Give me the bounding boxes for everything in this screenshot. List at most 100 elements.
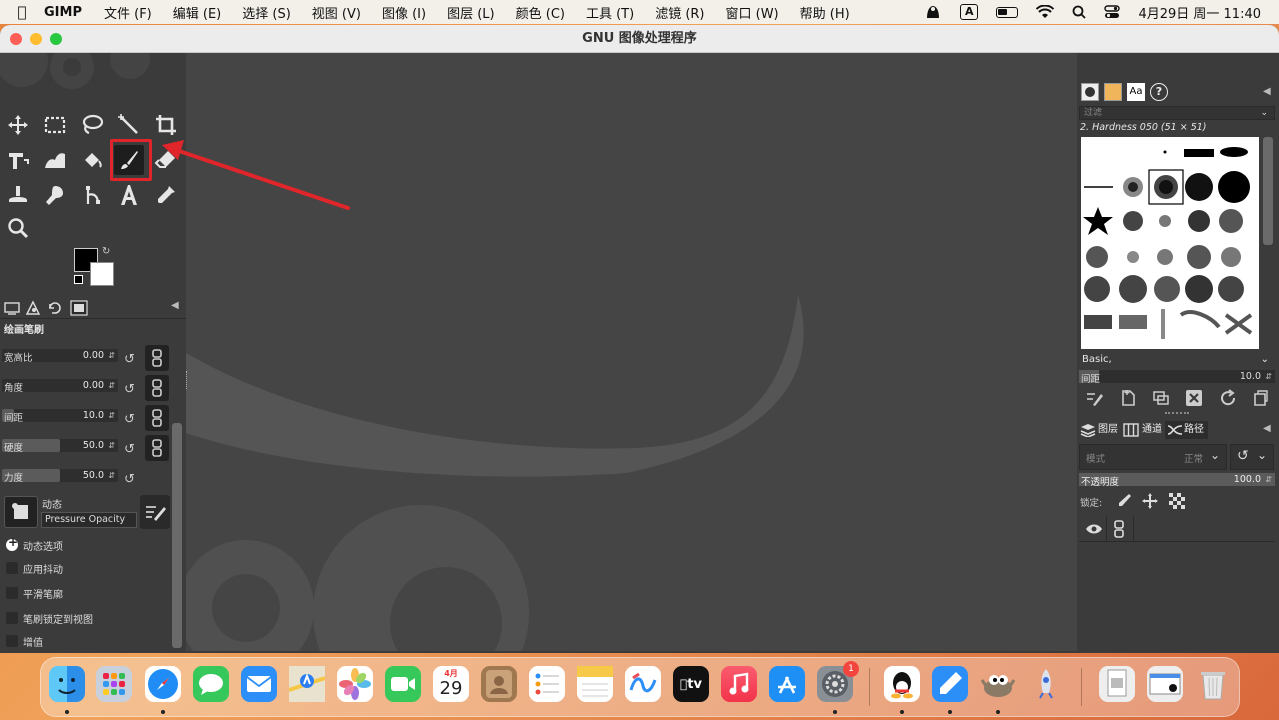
open-brush-as-image-icon[interactable] bbox=[1251, 389, 1269, 407]
spin-arrows-icon[interactable]: ⇵ bbox=[108, 379, 115, 392]
rocket-app-icon[interactable] bbox=[1028, 666, 1064, 702]
brushes-tab-icon[interactable] bbox=[1081, 83, 1099, 101]
background-color-swatch[interactable] bbox=[90, 262, 114, 286]
dynamics-preview-button[interactable] bbox=[4, 496, 38, 528]
spacing-slider[interactable]: 间距 10.0 ⇵ bbox=[2, 409, 118, 424]
fonts-tab-icon[interactable]: Aa bbox=[1127, 83, 1145, 101]
layer-opacity-slider[interactable]: 不透明度 100.0 ⇵ bbox=[1079, 473, 1275, 488]
reset-force-icon[interactable]: ↺ bbox=[124, 472, 135, 487]
unified-transform-icon[interactable] bbox=[3, 145, 33, 175]
device-status-tab-icon[interactable] bbox=[25, 300, 41, 316]
spin-arrows-icon[interactable]: ⇵ bbox=[108, 469, 115, 482]
menu-tools[interactable]: 工具 (T) bbox=[586, 3, 634, 22]
menu-help[interactable]: 帮助 (H) bbox=[800, 3, 850, 22]
hardness-slider[interactable]: 硬度 50.0 ⇵ bbox=[2, 439, 118, 454]
tab-channels[interactable]: 通道 bbox=[1123, 421, 1162, 439]
tool-options-tab-icon[interactable] bbox=[4, 300, 20, 316]
reset-spacing-icon[interactable]: ↺ bbox=[124, 412, 135, 427]
close-window-button[interactable] bbox=[10, 33, 22, 45]
paths-tool-icon[interactable] bbox=[77, 180, 107, 210]
tool-options-scrollbar[interactable] bbox=[172, 423, 182, 648]
configure-brushes-icon[interactable]: ◀ bbox=[1263, 86, 1271, 97]
rectangle-select-icon[interactable] bbox=[40, 110, 70, 140]
trash-icon[interactable] bbox=[1195, 666, 1231, 702]
delete-brush-icon[interactable] bbox=[1185, 389, 1203, 407]
spin-arrows-icon[interactable]: ⇵ bbox=[1265, 370, 1272, 383]
app-store-icon[interactable] bbox=[769, 666, 805, 702]
move-tool-icon[interactable] bbox=[3, 110, 33, 140]
spin-arrows-icon[interactable]: ⇵ bbox=[108, 439, 115, 452]
reminders-icon[interactable] bbox=[529, 666, 565, 702]
zoom-tool-icon[interactable] bbox=[3, 213, 33, 243]
spin-arrows-icon[interactable]: ⇵ bbox=[108, 349, 115, 362]
menu-view[interactable]: 视图 (V) bbox=[312, 3, 361, 22]
link-spacing-icon[interactable] bbox=[145, 405, 169, 431]
reset-hardness-icon[interactable]: ↺ bbox=[124, 442, 135, 457]
menu-select[interactable]: 选择 (S) bbox=[242, 3, 291, 22]
freeform-icon[interactable] bbox=[625, 666, 661, 702]
notes-icon[interactable] bbox=[577, 666, 613, 702]
facetime-icon[interactable] bbox=[385, 666, 421, 702]
app-menu-gimp[interactable]: GIMP bbox=[44, 5, 82, 20]
menu-windows[interactable]: 窗口 (W) bbox=[726, 3, 779, 22]
duplicate-brush-icon[interactable] bbox=[1152, 389, 1170, 407]
tab-layers[interactable]: 图层 bbox=[1080, 421, 1118, 439]
menu-file[interactable]: 文件 (F) bbox=[104, 3, 152, 22]
lock-position-icon[interactable] bbox=[1142, 493, 1158, 509]
link-angle-icon[interactable] bbox=[145, 375, 169, 401]
screenshot-window-icon[interactable] bbox=[1147, 666, 1183, 702]
clock[interactable]: 4月29日 周一 11:40 bbox=[1138, 3, 1261, 22]
brush-grid[interactable] bbox=[1081, 137, 1259, 349]
chain-link-icon[interactable] bbox=[1113, 520, 1125, 538]
undo-history-tab-icon[interactable] bbox=[47, 300, 63, 316]
pencil-editor-icon[interactable] bbox=[932, 666, 968, 702]
menu-filters[interactable]: 滤镜 (R) bbox=[655, 3, 704, 22]
edit-brush-icon[interactable] bbox=[1085, 389, 1103, 407]
mail-icon[interactable] bbox=[241, 666, 277, 702]
reset-aspect-ratio-icon[interactable]: ↺ bbox=[124, 352, 135, 367]
layer-mode-select[interactable]: 模式 正常 ⌄ bbox=[1079, 444, 1227, 470]
swap-colors-icon[interactable]: ↻ bbox=[102, 246, 110, 257]
photos-icon[interactable] bbox=[337, 666, 373, 702]
edit-dynamics-button[interactable] bbox=[140, 495, 170, 529]
configure-layers-icon[interactable]: ◀ bbox=[1263, 423, 1271, 434]
minimize-window-button[interactable] bbox=[30, 33, 42, 45]
eraser-tool-icon[interactable] bbox=[151, 145, 181, 175]
calendar-icon[interactable]: 4月 29 bbox=[433, 666, 469, 702]
clone-stamp-icon[interactable] bbox=[3, 180, 33, 210]
lock-pixels-icon[interactable] bbox=[1116, 493, 1132, 509]
force-slider[interactable]: 力度 50.0 ⇵ bbox=[2, 469, 118, 484]
link-aspect-ratio-icon[interactable] bbox=[145, 345, 169, 371]
music-icon[interactable] bbox=[721, 666, 757, 702]
new-brush-icon[interactable] bbox=[1119, 389, 1137, 407]
image-canvas-area[interactable] bbox=[186, 53, 1077, 653]
safari-icon[interactable] bbox=[145, 666, 181, 702]
battery-icon[interactable] bbox=[996, 6, 1019, 18]
brush-preset-select[interactable]: Basic, ⌄ bbox=[1079, 352, 1275, 368]
canvas-left-edge-handle[interactable] bbox=[186, 371, 189, 389]
help-tab-icon[interactable]: ? bbox=[1150, 83, 1168, 101]
dynamics-select[interactable]: Pressure Opacity bbox=[41, 512, 137, 528]
layers-list[interactable] bbox=[1079, 516, 1275, 642]
lasso-select-icon[interactable] bbox=[77, 110, 107, 140]
document-preview-icon[interactable] bbox=[1099, 666, 1135, 702]
tab-paths[interactable]: 路径 bbox=[1165, 421, 1208, 439]
contacts-icon[interactable] bbox=[481, 666, 517, 702]
lock-alpha-icon[interactable] bbox=[1169, 493, 1185, 509]
menu-layer[interactable]: 图层 (L) bbox=[447, 3, 495, 22]
link-hardness-icon[interactable] bbox=[145, 435, 169, 461]
input-method-indicator[interactable]: A bbox=[959, 4, 979, 20]
smudge-tool-icon[interactable] bbox=[40, 180, 70, 210]
apple-tv-icon[interactable]: tv bbox=[673, 666, 709, 702]
refresh-brushes-icon[interactable] bbox=[1219, 389, 1237, 407]
messages-icon[interactable] bbox=[193, 666, 229, 702]
finder-icon[interactable] bbox=[49, 666, 85, 702]
gimp-dock-icon[interactable] bbox=[980, 666, 1016, 702]
qq-icon[interactable] bbox=[884, 666, 920, 702]
text-tool-icon[interactable] bbox=[114, 180, 144, 210]
brush-grid-scrollbar[interactable] bbox=[1263, 137, 1273, 245]
patterns-tab-icon[interactable] bbox=[1104, 83, 1122, 101]
maps-icon[interactable] bbox=[289, 666, 325, 702]
brush-spacing-slider[interactable]: 间距 10.0 ⇵ bbox=[1079, 370, 1275, 385]
bucket-fill-icon[interactable] bbox=[77, 145, 107, 175]
